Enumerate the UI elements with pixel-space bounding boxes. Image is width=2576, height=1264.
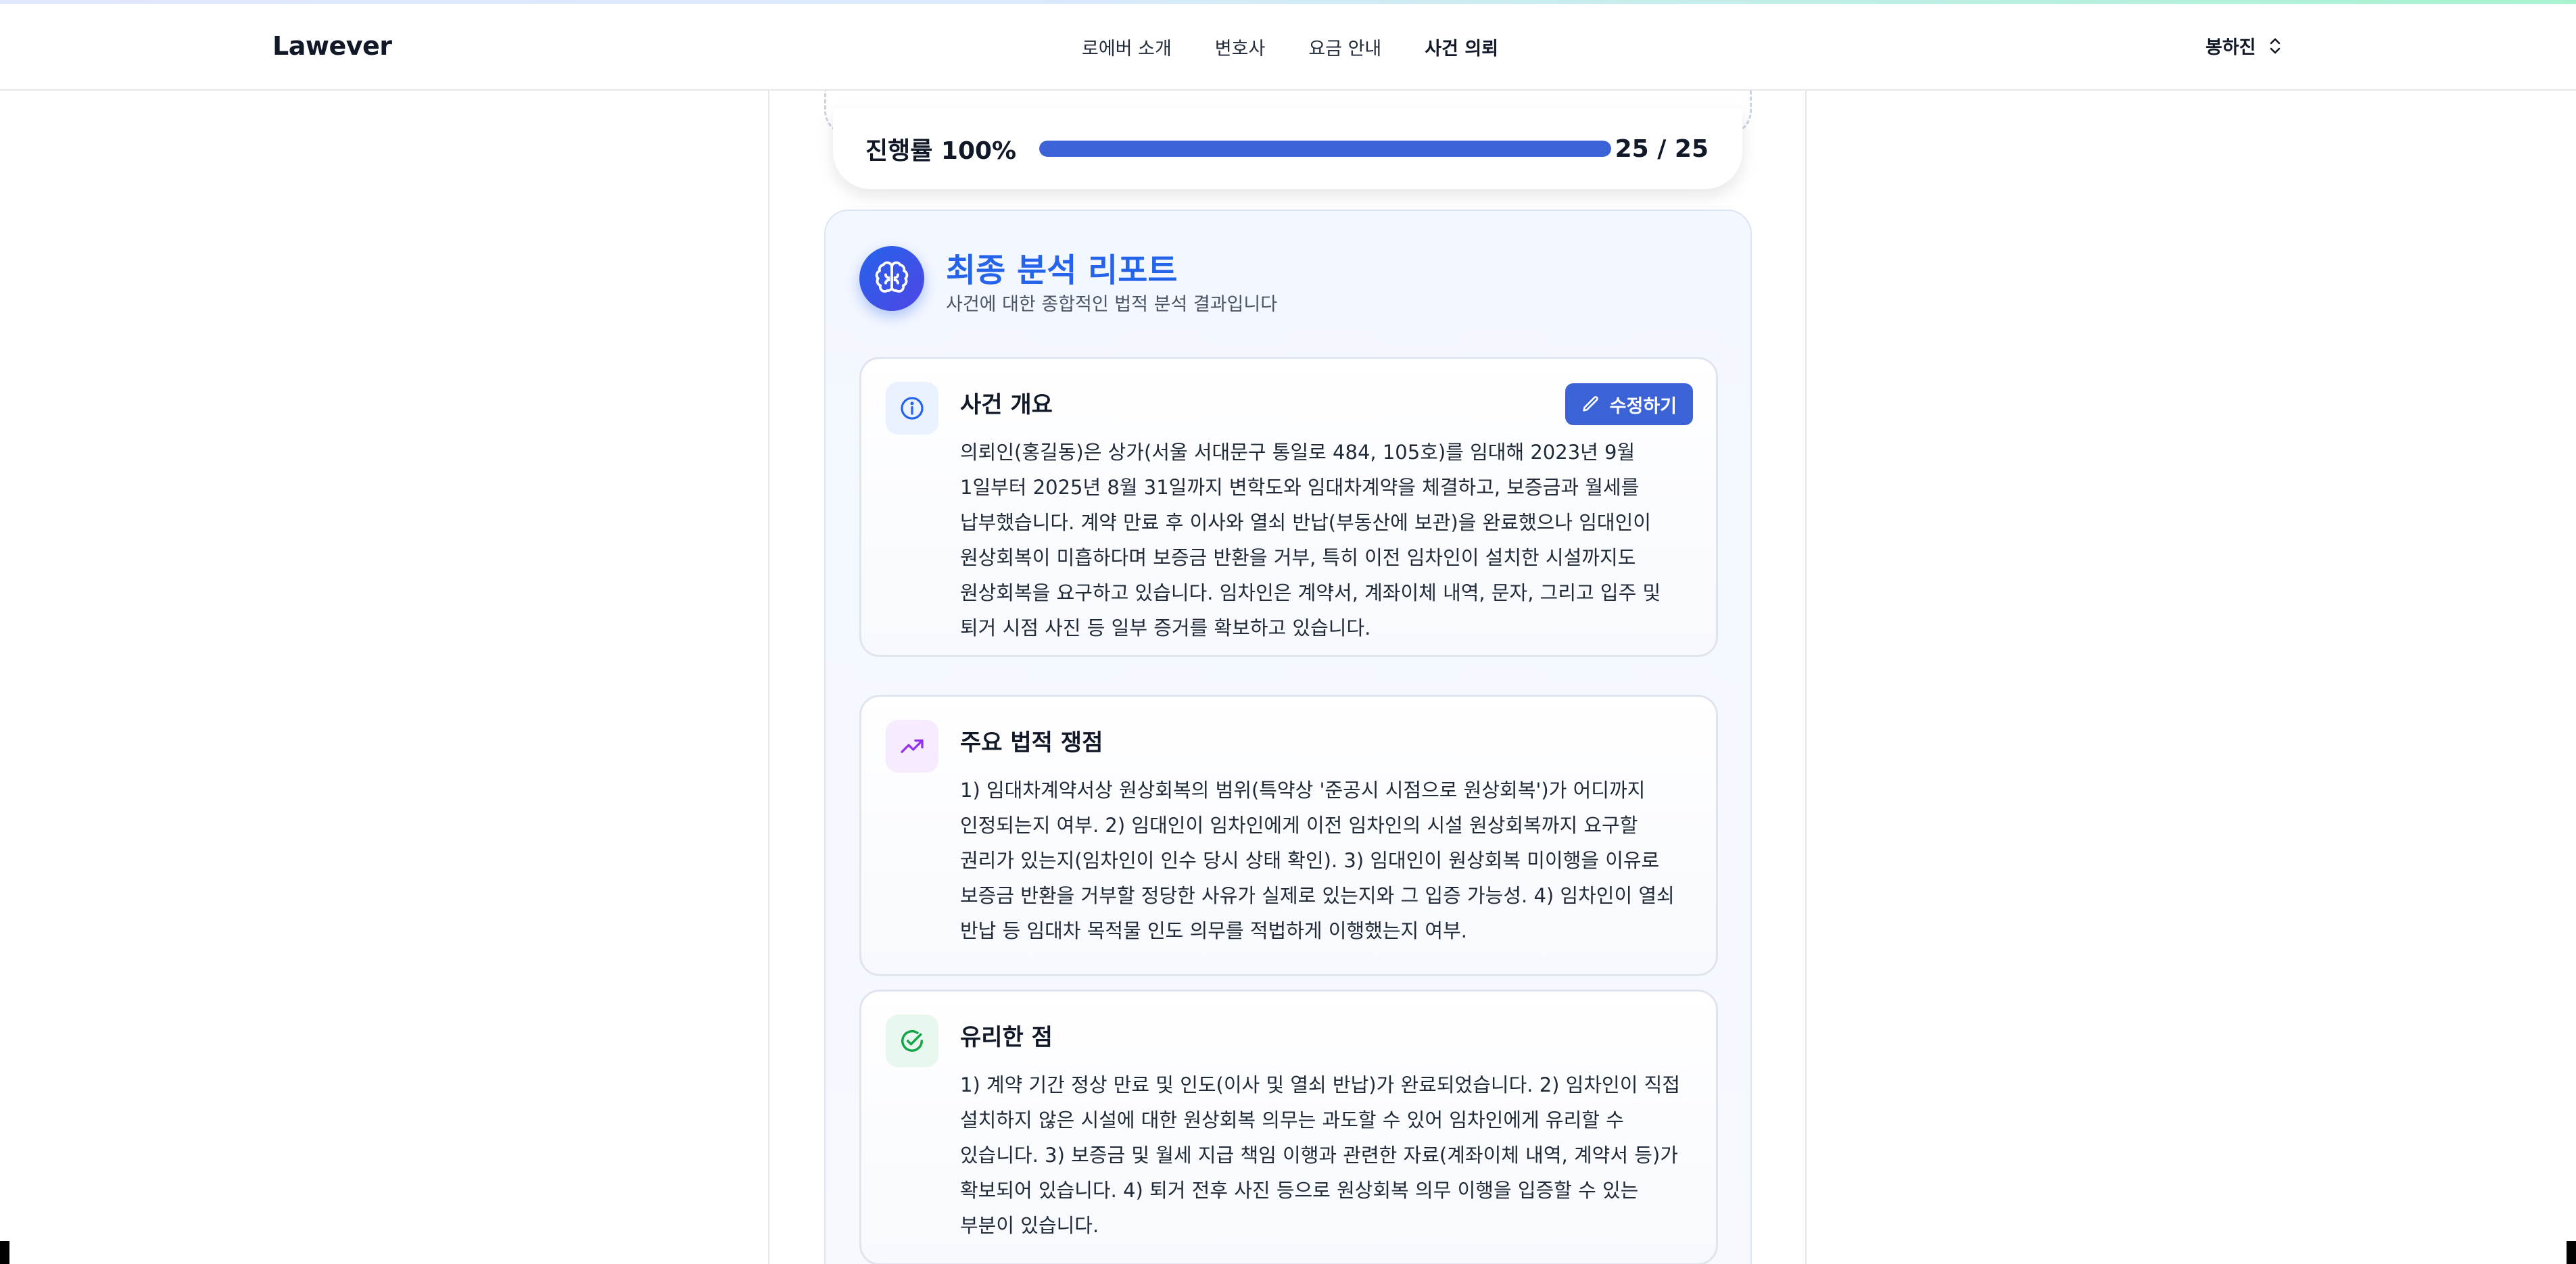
content-border-left (768, 91, 769, 1264)
final-report-panel: 최종 분석 리포트 사건에 대한 종합적인 법적 분석 결과입니다 사건 개요 … (824, 210, 1752, 1264)
section-case-overview: 사건 개요 수정하기 의뢰인(홍길동)은 상가(서울 서대문구 통일로 484,… (859, 357, 1718, 657)
check-circle-icon (886, 1015, 938, 1067)
brain-icon (859, 246, 924, 311)
nav-link-pricing[interactable]: 요금 안내 (1308, 34, 1381, 60)
nav-link-lawyers[interactable]: 변호사 (1215, 34, 1266, 60)
logo[interactable]: Lawever (272, 31, 392, 61)
main-nav: 로에버 소개 변호사 요금 안내 사건 의뢰 (1082, 34, 1498, 60)
nav-link-about[interactable]: 로에버 소개 (1082, 34, 1172, 60)
progress-card: 진행률 100% 25 / 25 (833, 108, 1742, 189)
user-name: 봉하진 (2205, 37, 2256, 58)
edit-button[interactable]: 수정하기 (1565, 383, 1693, 425)
top-gradient-bar (0, 0, 2576, 4)
edit-button-label: 수정하기 (1609, 395, 1677, 417)
window-corner-right (2567, 1241, 2576, 1264)
progress-bar-fill (1039, 141, 1612, 157)
info-icon (886, 382, 938, 435)
section-title: 유리한 점 (960, 1024, 1053, 1051)
section-title: 사건 개요 (960, 391, 1053, 418)
content-border-right (1805, 91, 1807, 1264)
progress-bar (1039, 141, 1612, 157)
progress-label: 진행률 100% (865, 137, 1017, 165)
top-navbar: Lawever 로에버 소개 변호사 요금 안내 사건 의뢰 봉하진 (0, 0, 2576, 91)
section-advantages: 유리한 점 1) 계약 기간 정상 만료 및 인도(이사 및 열쇠 반납)가 완… (859, 990, 1718, 1264)
section-body: 1) 계약 기간 정상 만료 및 인도(이사 및 열쇠 반납)가 완료되었습니다… (960, 1073, 1680, 1237)
chevron-up-down-icon (2270, 38, 2280, 53)
pencil-icon (1582, 396, 1598, 412)
report-title: 최종 분석 리포트 (946, 251, 1178, 289)
trending-up-icon (886, 720, 938, 773)
window-corner-left (0, 1241, 9, 1264)
nav-link-case-request[interactable]: 사건 의뢰 (1425, 34, 1498, 60)
section-legal-issues: 주요 법적 쟁점 1) 임대차계약서상 원상회복의 범위(특약상 '준공시 시점… (859, 695, 1718, 976)
user-menu[interactable]: 봉하진 (2205, 32, 2283, 59)
report-subtitle: 사건에 대한 종합적인 법적 분석 결과입니다 (946, 294, 1278, 315)
progress-count: 25 / 25 (1615, 135, 1709, 163)
section-title: 주요 법적 쟁점 (960, 729, 1103, 756)
section-body: 의뢰인(홍길동)은 상가(서울 서대문구 통일로 484, 105호)를 임대해… (960, 441, 1661, 639)
section-body: 1) 임대차계약서상 원상회복의 범위(특약상 '준공시 시점으로 원상회복')… (960, 779, 1675, 942)
